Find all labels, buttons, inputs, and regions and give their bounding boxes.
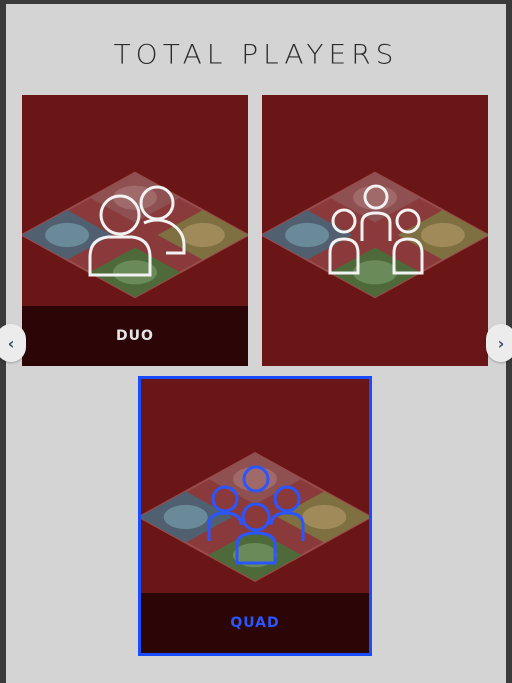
option-card-duo[interactable]: DUO bbox=[22, 95, 248, 366]
page-title: TOTAL PLAYERS bbox=[113, 38, 399, 71]
option-label-duo: DUO bbox=[116, 328, 154, 344]
option-label-quad: QUAD bbox=[230, 615, 280, 631]
carousel-next-button[interactable]: › bbox=[486, 324, 512, 362]
option-card-quad[interactable]: QUAD bbox=[138, 376, 372, 656]
three-users-icon bbox=[328, 184, 424, 275]
four-users-icon bbox=[207, 465, 305, 565]
chevron-right-icon: › bbox=[497, 333, 505, 353]
chevron-left-icon: ‹ bbox=[7, 333, 15, 353]
option-label-bar: QUAD bbox=[141, 593, 369, 653]
two-users-icon bbox=[88, 185, 186, 277]
carousel-prev-button[interactable]: ‹ bbox=[0, 324, 26, 362]
option-card-trio[interactable] bbox=[262, 95, 488, 366]
option-label-bar: DUO bbox=[22, 306, 248, 366]
